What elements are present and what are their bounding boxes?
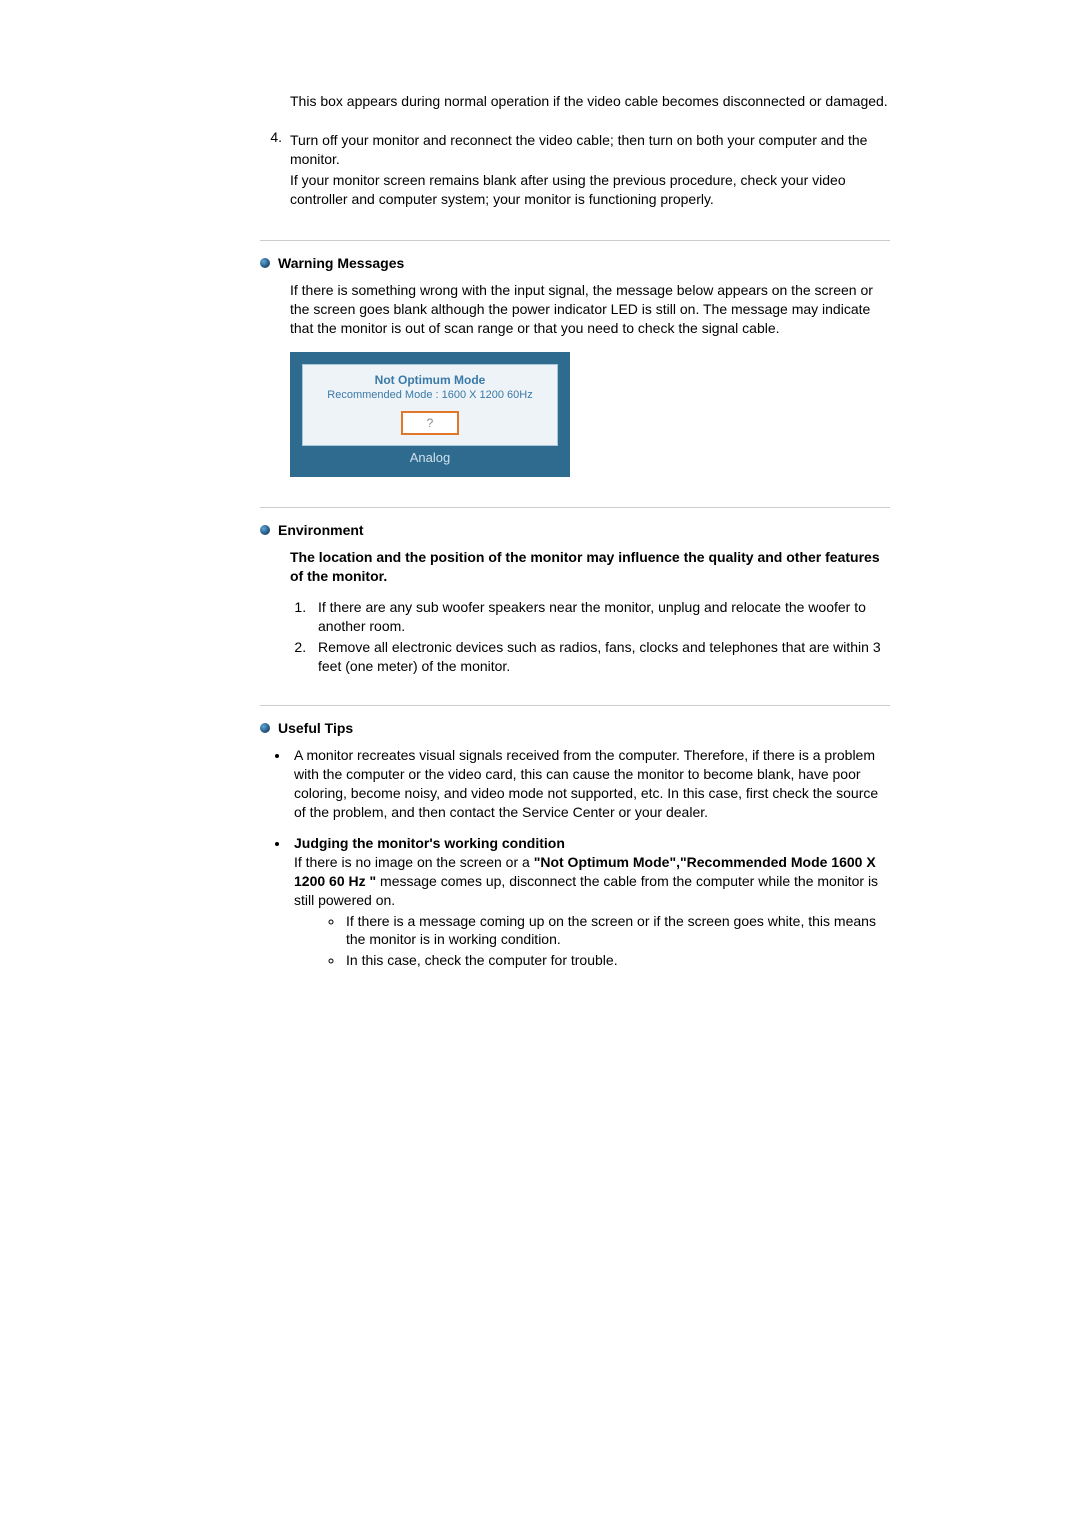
bullet-icon	[260, 258, 270, 268]
osd-line2: Recommended Mode : 1600 X 1200 60Hz	[307, 389, 553, 401]
tips-heading: Useful Tips	[278, 720, 353, 736]
divider	[260, 507, 890, 508]
environment-list: If there are any sub woofer speakers nea…	[290, 598, 890, 676]
tips-bullet-1: A monitor recreates visual signals recei…	[290, 746, 890, 822]
tips-heading-row: Useful Tips	[260, 720, 890, 736]
content-column: This box appears during normal operation…	[260, 92, 890, 970]
divider	[260, 240, 890, 241]
osd-help-button[interactable]: ?	[401, 411, 459, 435]
step-4-line1: Turn off your monitor and reconnect the …	[290, 131, 890, 169]
osd-dialog: Not Optimum Mode Recommended Mode : 1600…	[290, 352, 570, 477]
warning-body: If there is something wrong with the inp…	[290, 281, 890, 338]
tips-judge-list: Judging the monitor's working condition …	[260, 834, 890, 970]
bullet-icon	[260, 525, 270, 535]
box-note-text: This box appears during normal operation…	[290, 92, 890, 111]
step-4-number: 4.	[260, 129, 290, 211]
environment-heading: Environment	[278, 522, 364, 538]
environment-heading-row: Environment	[260, 522, 890, 538]
judge-text-post: message comes up, disconnect the cable f…	[294, 873, 878, 908]
osd-inner: Not Optimum Mode Recommended Mode : 1600…	[302, 364, 558, 446]
environment-item: Remove all electronic devices such as ra…	[310, 638, 890, 676]
bullet-icon	[260, 723, 270, 733]
divider	[260, 705, 890, 706]
environment-lead: The location and the position of the mon…	[290, 548, 890, 586]
step-4-line2: If your monitor screen remains blank aft…	[290, 171, 890, 209]
judge-sublist: If there is a message coming up on the s…	[294, 912, 890, 971]
osd-footer: Analog	[302, 446, 558, 465]
judge-text-pre: If there is no image on the screen or a	[294, 854, 534, 870]
tips-judge-item: Judging the monitor's working condition …	[290, 834, 890, 970]
judge-sub-item: If there is a message coming up on the s…	[344, 912, 890, 950]
warning-heading: Warning Messages	[278, 255, 404, 271]
warning-heading-row: Warning Messages	[260, 255, 890, 271]
judge-sub-item: In this case, check the computer for tro…	[344, 951, 890, 970]
step-4-row: 4. Turn off your monitor and reconnect t…	[260, 129, 890, 211]
tips-list: A monitor recreates visual signals recei…	[260, 746, 890, 822]
judge-heading: Judging the monitor's working condition	[294, 835, 565, 851]
environment-item: If there are any sub woofer speakers nea…	[310, 598, 890, 636]
osd-line1: Not Optimum Mode	[307, 373, 553, 387]
document-page: This box appears during normal operation…	[130, 0, 950, 970]
